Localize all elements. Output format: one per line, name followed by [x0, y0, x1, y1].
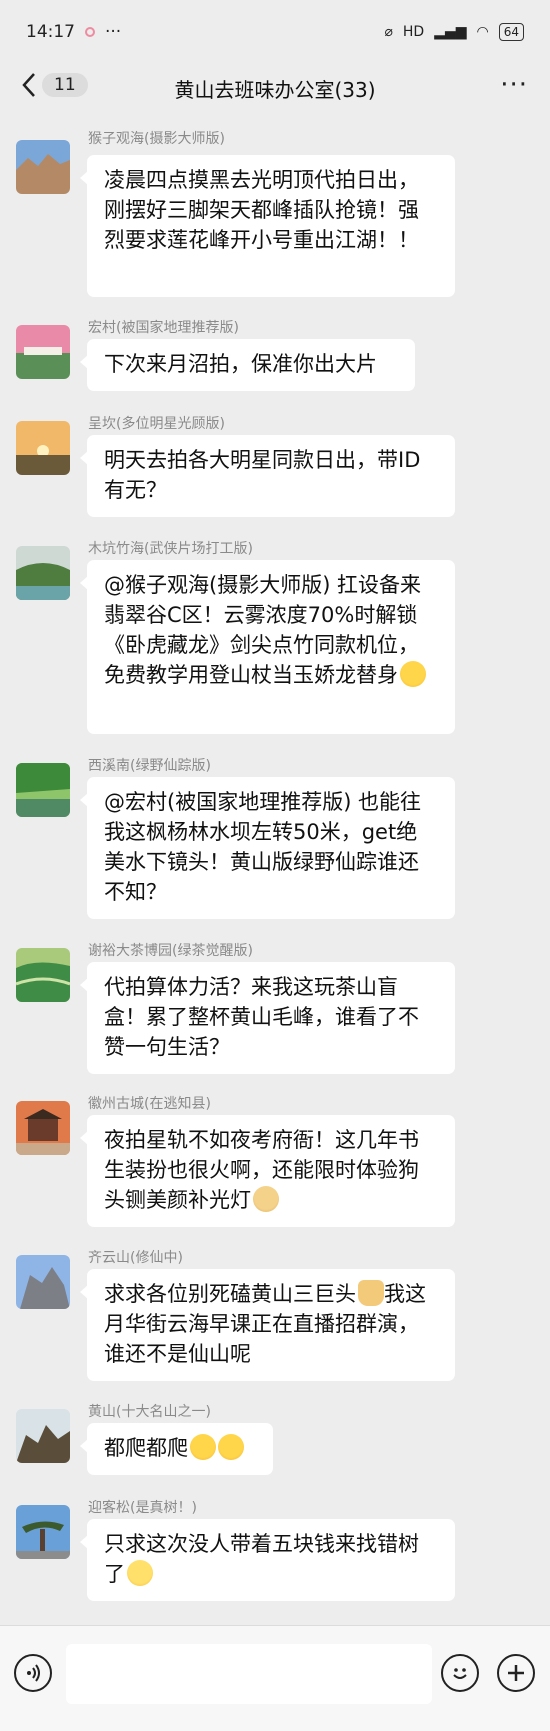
- voice-input-button[interactable]: [14, 1654, 52, 1692]
- avatar[interactable]: [16, 1101, 70, 1155]
- avatar[interactable]: [16, 1409, 70, 1463]
- signal-icon: ▂▄▆: [434, 24, 467, 40]
- hug-emoji-icon: [218, 1434, 244, 1460]
- avatar[interactable]: [16, 140, 70, 194]
- unread-count-badge: 11: [42, 73, 88, 97]
- voice-icon: [27, 1664, 40, 1682]
- message-bubble[interactable]: 代拍算体力活？来我这玩茶山盲盒！累了整杯黄山毛峰，谁看了不赞一句生活？: [80, 962, 455, 1074]
- smiley-icon: [453, 1668, 467, 1679]
- message-bubble[interactable]: 求求各位别死磕黄山三巨头 我这月华街云海早课正在直播招群演，谁还不是仙山呢: [80, 1269, 455, 1381]
- wifi-icon: ◠: [476, 24, 489, 40]
- more-options-button[interactable]: ···: [500, 70, 528, 100]
- network-label: HD: [402, 24, 425, 40]
- message-text: @猴子观海(摄影大师版) 扛设备来翡翠谷C区！云雾浓度70%时解锁《卧虎藏龙》剑…: [104, 573, 422, 687]
- sender-name: 猴子观海(摄影大师版): [88, 131, 225, 147]
- sender-name: 谢裕大茶博园(绿茶觉醒版): [88, 943, 253, 959]
- doge-emoji-icon: [253, 1186, 279, 1212]
- sender-name: 徽州古城(在逃知县): [88, 1096, 211, 1112]
- message-bubble[interactable]: 都爬都爬: [80, 1423, 273, 1475]
- avatar[interactable]: [16, 1505, 70, 1559]
- avatar[interactable]: [16, 1255, 70, 1309]
- message-bubble[interactable]: @猴子观海(摄影大师版) 扛设备来翡翠谷C区！云雾浓度70%时解锁《卧虎藏龙》剑…: [80, 560, 455, 734]
- message-bubble[interactable]: 凌晨四点摸黑去光明顶代拍日出，刚摆好三脚架天都峰插队抢镜！强烈要求莲花峰开小号重…: [80, 155, 455, 297]
- avatar[interactable]: [16, 763, 70, 817]
- message-bubble[interactable]: 下次来月沼拍，保准你出大片: [80, 339, 415, 391]
- emoji-button[interactable]: [441, 1654, 479, 1692]
- avatar[interactable]: [16, 421, 70, 475]
- status-time: 14:17: [26, 22, 75, 42]
- chevron-left-icon: [22, 73, 35, 97]
- input-bar: [0, 1625, 550, 1731]
- message-bubble[interactable]: 明天去拍各大明星同款日出，带ID有无？: [80, 435, 455, 517]
- back-button[interactable]: 11: [22, 72, 88, 98]
- status-more-dots: ···: [105, 22, 122, 42]
- more-functions-button[interactable]: [497, 1654, 535, 1692]
- plus-icon: [508, 1665, 524, 1681]
- message-text: 都爬都爬: [104, 1436, 188, 1460]
- hug-emoji-icon: [190, 1434, 216, 1460]
- avatar[interactable]: [16, 948, 70, 1002]
- sender-name: 宏村(被国家地理推荐版): [88, 320, 239, 336]
- chat-header: 11 黄山去班味办公室(33) ···: [0, 64, 550, 112]
- wink-emoji-icon: [400, 661, 426, 687]
- avatar[interactable]: [16, 325, 70, 379]
- avatar[interactable]: [16, 546, 70, 600]
- notification-dot-icon: [85, 27, 95, 37]
- message-text: 求求各位别死磕黄山三巨头: [104, 1282, 356, 1306]
- sender-name: 齐云山(修仙中): [88, 1250, 183, 1266]
- mute-icon: ⌀: [384, 24, 393, 40]
- sender-name: 木坑竹海(武侠片场打工版): [88, 541, 253, 557]
- message-input[interactable]: [66, 1644, 432, 1704]
- message-bubble[interactable]: 夜拍星轨不如夜考府衙！这几年书生装扮也很火啊，还能限时体验狗头铡美颜补光灯: [80, 1115, 455, 1227]
- message-bubble[interactable]: @宏村(被国家地理推荐版) 也能往我这枫杨林水坝左转50米，get绝美水下镜头！…: [80, 777, 455, 919]
- pray-emoji-icon: [358, 1280, 384, 1306]
- status-bar: 14:17 ··· ⌀ HD ▂▄▆ ◠ 64: [0, 0, 550, 64]
- sender-name: 呈坎(多位明星光顾版): [88, 416, 225, 432]
- sender-name: 迎客松(是真树！): [88, 1500, 197, 1516]
- battery-icon: 64: [498, 23, 524, 41]
- sender-name: 黄山(十大名山之一): [88, 1404, 211, 1420]
- message-bubble[interactable]: 只求这次没人带着五块钱来找错树了: [80, 1519, 455, 1601]
- sender-name: 西溪南(绿野仙踪版): [88, 758, 211, 774]
- pleading-emoji-icon: [127, 1560, 153, 1586]
- chat-title: 黄山去班味办公室(33): [174, 77, 376, 102]
